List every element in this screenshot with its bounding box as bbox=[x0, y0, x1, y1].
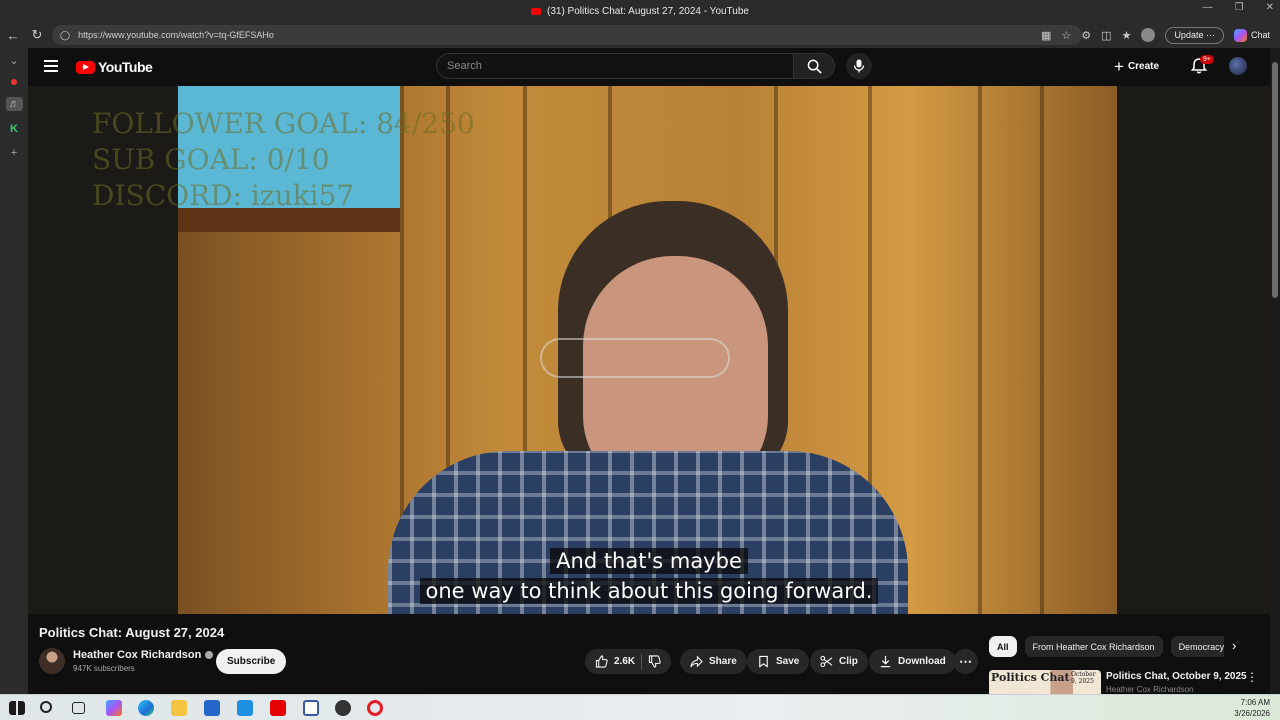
caption-line: one way to think about this going forwar… bbox=[419, 578, 879, 604]
search-icon bbox=[807, 59, 822, 74]
search-button[interactable] bbox=[794, 53, 835, 79]
more-actions-button[interactable]: ⋯ bbox=[953, 649, 978, 674]
window-controls: — ❐ ✕ bbox=[1203, 2, 1274, 13]
restore-icon[interactable]: ❐ bbox=[1235, 2, 1244, 13]
create-button[interactable]: + Create bbox=[1114, 55, 1159, 77]
search-taskbar-icon[interactable] bbox=[40, 701, 52, 713]
voice-search-button[interactable] bbox=[846, 53, 872, 79]
related-video-thumbnail[interactable]: Politics Chat October 9, 2025 bbox=[989, 670, 1101, 694]
save-button[interactable]: Save bbox=[747, 649, 810, 674]
bookmark-icon bbox=[759, 655, 768, 668]
page-scrollbar[interactable] bbox=[1270, 48, 1280, 694]
copilot-chat-button[interactable]: Chat bbox=[1233, 28, 1270, 42]
chip-all[interactable]: All bbox=[989, 636, 1017, 657]
app-available-icon[interactable]: ▦ bbox=[1041, 29, 1051, 42]
plus-icon: + bbox=[1114, 56, 1124, 76]
close-window-icon[interactable]: ✕ bbox=[1266, 2, 1274, 13]
video-player[interactable]: FOLLOWER GOAL: 84/250 SUB GOAL: 0/10 DIS… bbox=[28, 86, 1270, 614]
account-avatar[interactable] bbox=[1229, 57, 1247, 75]
youtube-header: YouTube + Create 9+ bbox=[28, 48, 1270, 86]
site-info-icon[interactable]: ◯ bbox=[60, 30, 70, 41]
tab-title: (31) Politics Chat: August 27, 2024 - Yo… bbox=[547, 5, 749, 17]
add-sidebar-icon[interactable]: + bbox=[11, 147, 17, 159]
subscriber-count: 947K subscribers bbox=[73, 664, 135, 673]
chip-from-channel[interactable]: From Heather Cox Richardson bbox=[1024, 636, 1163, 657]
youtube-play-icon bbox=[76, 60, 95, 74]
scrollbar-thumb[interactable] bbox=[1272, 62, 1278, 298]
app-k-icon[interactable]: K bbox=[10, 123, 18, 135]
like-button[interactable]: 2.6K bbox=[595, 655, 635, 668]
more-horizontal-icon: ⋯ bbox=[959, 653, 972, 669]
windows-start-icon[interactable] bbox=[9, 701, 25, 715]
youtube-favicon-icon bbox=[531, 7, 541, 15]
store-icon[interactable] bbox=[204, 700, 220, 716]
opera-icon[interactable] bbox=[367, 700, 383, 716]
more-vertical-icon[interactable]: ⋮ bbox=[1246, 670, 1258, 684]
profile-icon[interactable] bbox=[1141, 28, 1156, 42]
copilot-taskbar-icon[interactable] bbox=[106, 700, 122, 716]
search-input[interactable] bbox=[447, 60, 793, 72]
minimize-icon[interactable]: — bbox=[1203, 2, 1213, 13]
browser-tab[interactable]: (31) Politics Chat: August 27, 2024 - Yo… bbox=[531, 6, 749, 17]
youtube-sidebar-icon[interactable] bbox=[11, 79, 17, 85]
related-video-channel[interactable]: Heather Cox Richardson bbox=[1106, 685, 1194, 694]
chevron-right-icon[interactable]: › bbox=[1232, 638, 1236, 653]
stream-overlay-text: FOLLOWER GOAL: 84/250 SUB GOAL: 0/10 DIS… bbox=[92, 107, 475, 212]
clip-button[interactable]: Clip bbox=[810, 649, 868, 674]
extensions-icon[interactable]: ⚙ bbox=[1081, 29, 1091, 42]
favorite-star-icon[interactable]: ☆ bbox=[1061, 29, 1071, 42]
thumbs-down-icon[interactable] bbox=[648, 655, 661, 668]
edge-sidebar: ⌄ ♬ K + bbox=[0, 48, 28, 694]
menu-icon[interactable] bbox=[44, 60, 58, 72]
chevron-down-icon[interactable]: ⌄ bbox=[9, 54, 18, 67]
related-video-title[interactable]: Politics Chat, October 9, 2025 bbox=[1106, 671, 1247, 682]
subscribe-button[interactable]: Subscribe bbox=[216, 649, 287, 674]
back-icon[interactable]: ← bbox=[2, 24, 24, 46]
thumbs-up-icon bbox=[595, 655, 608, 668]
task-view-icon[interactable] bbox=[72, 702, 85, 714]
app-icon[interactable] bbox=[303, 700, 319, 716]
update-button[interactable]: Update ⋯ bbox=[1165, 26, 1224, 44]
video-title: Politics Chat: August 27, 2024 bbox=[39, 625, 225, 640]
file-explorer-icon[interactable] bbox=[171, 700, 187, 716]
search-box bbox=[436, 53, 794, 79]
scissors-icon bbox=[820, 655, 833, 668]
share-button[interactable]: Share bbox=[680, 649, 747, 674]
windows-taskbar: 7:06 AM 3/26/2026 bbox=[0, 694, 1280, 720]
browser-title-bar: (31) Politics Chat: August 27, 2024 - Yo… bbox=[0, 0, 1280, 22]
caption-line: And that's maybe bbox=[550, 548, 748, 574]
like-count: 2.6K bbox=[614, 656, 636, 667]
download-icon bbox=[880, 655, 891, 668]
split-screen-icon[interactable]: ◫ bbox=[1101, 29, 1111, 42]
refresh-icon[interactable]: ↻ bbox=[26, 24, 48, 46]
youtube-app-icon[interactable] bbox=[270, 700, 286, 716]
share-icon bbox=[690, 655, 703, 668]
edge-browser-icon[interactable] bbox=[138, 700, 154, 716]
mail-icon[interactable] bbox=[237, 700, 253, 716]
favorites-icon[interactable]: ★ bbox=[1122, 29, 1132, 42]
settings-app-icon[interactable] bbox=[335, 700, 351, 716]
verified-icon bbox=[205, 651, 214, 659]
copilot-icon bbox=[1233, 28, 1247, 42]
toolbar-icons: ▦ ☆ ⚙ ◫ ★ Update ⋯ Chat bbox=[1041, 22, 1270, 48]
video-captions: And that's maybe one way to think about … bbox=[28, 548, 1270, 604]
like-dislike-group: 2.6K bbox=[585, 649, 672, 674]
notifications-badge: 9+ bbox=[1200, 55, 1214, 64]
channel-avatar[interactable] bbox=[39, 648, 65, 674]
youtube-logo[interactable]: YouTube bbox=[76, 59, 153, 75]
url-text[interactable]: https://www.youtube.com/watch?v=tq-GfEFS… bbox=[78, 30, 274, 40]
download-button[interactable]: Download bbox=[869, 649, 956, 674]
browser-toolbar: ← ↻ ◯ https://www.youtube.com/watch?v=tq… bbox=[0, 22, 1280, 48]
system-clock[interactable]: 7:06 AM 3/26/2026 bbox=[1234, 697, 1270, 719]
audio-tab-icon[interactable]: ♬ bbox=[5, 97, 23, 111]
channel-name[interactable]: Heather Cox Richardson bbox=[73, 649, 214, 661]
address-bar[interactable]: ◯ https://www.youtube.com/watch?v=tq-GfE… bbox=[52, 25, 1082, 45]
microphone-icon bbox=[853, 59, 865, 73]
related-chips: All From Heather Cox Richardson Democrac… bbox=[989, 636, 1224, 657]
chip-democracy[interactable]: Democracy bbox=[1170, 636, 1224, 657]
